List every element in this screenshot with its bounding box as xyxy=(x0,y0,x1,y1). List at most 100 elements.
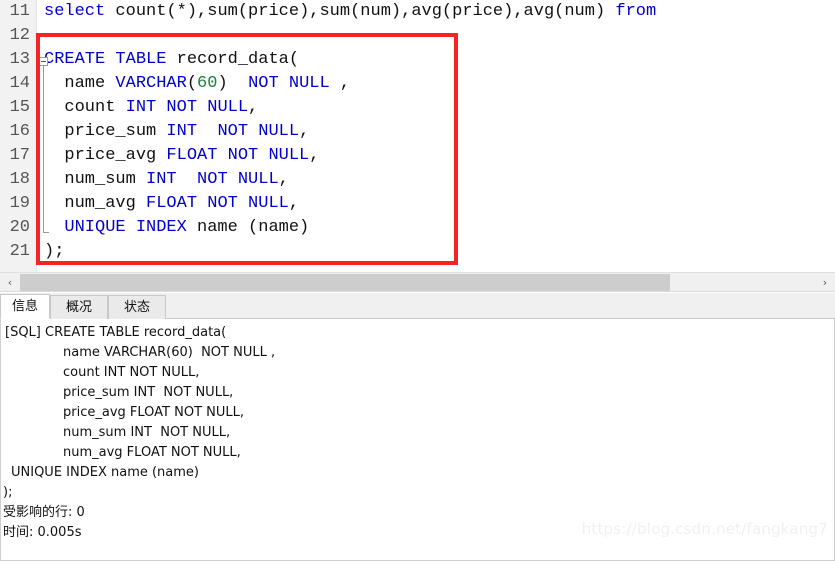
code-line[interactable]: 13 CREATE TABLE record_data( xyxy=(0,48,835,72)
sql-editor-pane[interactable]: 11 select count(*),sum(price),sum(num),av… xyxy=(0,0,835,272)
code-token: , xyxy=(248,98,259,117)
code-token: (name) xyxy=(248,218,310,237)
line-number: 17 xyxy=(9,146,30,165)
scrollbar-thumb[interactable] xyxy=(20,274,670,291)
line-number: 13 xyxy=(9,50,30,69)
code-line[interactable]: 16 price_sum INT NOT NULL, xyxy=(0,120,835,144)
code-token: UNIQUE INDEX xyxy=(64,218,187,237)
code-token: name xyxy=(44,74,116,93)
code-token: avg xyxy=(411,2,442,21)
code-token: (num), xyxy=(350,2,412,21)
line-number: 11 xyxy=(9,2,30,21)
code-token: record_data( xyxy=(176,50,300,69)
line-number: 18 xyxy=(9,170,30,189)
code-token: from xyxy=(615,2,657,21)
code-token: (*), xyxy=(166,2,208,21)
line-number: 19 xyxy=(9,194,30,213)
sql-editor-window: 11 select count(*),sum(price),sum(num),av… xyxy=(0,0,835,561)
code-text: num_sum INT NOT NULL, xyxy=(44,168,289,192)
code-fold-guide-line xyxy=(43,66,44,233)
output-line: 受影响的行: 0 xyxy=(3,505,85,520)
code-fold-guide-foot xyxy=(43,232,49,233)
code-line[interactable]: 15 count INT NOT NULL, xyxy=(0,96,835,120)
line-number: 12 xyxy=(9,26,30,45)
code-token: num_avg xyxy=(44,194,147,213)
output-line: name VARCHAR(60) NOT NULL , xyxy=(63,345,276,360)
output-line: ); xyxy=(3,485,13,500)
code-token: ( xyxy=(186,74,198,93)
code-token: , xyxy=(329,74,351,93)
code-line[interactable]: 11 select count(*),sum(price),sum(num),av… xyxy=(0,0,835,24)
code-token: FLOAT NOT NULL xyxy=(166,146,310,165)
code-token: count xyxy=(44,98,126,117)
output-line: 时间: 0.005s xyxy=(3,525,82,540)
output-line: num_sum INT NOT NULL, xyxy=(63,425,231,440)
output-line: num_avg FLOAT NOT NULL, xyxy=(63,445,241,460)
code-token: (price), xyxy=(441,2,524,21)
code-line[interactable]: 21); xyxy=(0,240,835,264)
code-text: ); xyxy=(44,240,64,264)
editor-horizontal-scrollbar[interactable]: ‹ › xyxy=(0,272,835,292)
code-token: , xyxy=(309,146,320,165)
code-line[interactable]: 18 num_sum INT NOT NULL, xyxy=(0,168,835,192)
line-number: 15 xyxy=(9,98,30,117)
result-tab-2[interactable]: 状态 xyxy=(108,295,166,319)
code-token: sum xyxy=(319,2,351,21)
code-fold-collapse-icon[interactable] xyxy=(39,57,48,66)
code-token: price_avg xyxy=(44,146,167,165)
scroll-left-arrow-icon[interactable]: ‹ xyxy=(0,273,20,292)
code-token: FLOAT NOT NULL xyxy=(146,194,289,213)
code-token: 60 xyxy=(197,74,218,93)
code-token: ); xyxy=(44,242,65,261)
code-token: NOT NULL xyxy=(217,122,300,141)
code-text: num_avg FLOAT NOT NULL, xyxy=(44,192,299,216)
scroll-right-arrow-icon[interactable]: › xyxy=(815,273,835,292)
code-token: INT xyxy=(166,122,198,141)
code-token: INT xyxy=(146,170,177,189)
code-token: INT NOT NULL xyxy=(125,98,249,117)
result-tab-1[interactable]: 概况 xyxy=(50,295,108,319)
code-text: UNIQUE INDEX name (name) xyxy=(44,216,309,240)
code-line[interactable]: 12 xyxy=(0,24,835,48)
code-text: count INT NOT NULL, xyxy=(44,96,258,120)
code-text: price_sum INT NOT NULL, xyxy=(44,120,309,144)
code-token: count xyxy=(105,2,167,21)
code-text: select count(*),sum(price),sum(num),avg(… xyxy=(44,0,656,24)
result-tab-bar[interactable]: 信息 概况 状态 xyxy=(0,293,835,319)
code-token: (num) xyxy=(554,2,616,21)
line-number: 14 xyxy=(9,74,30,93)
code-text: name VARCHAR(60) NOT NULL , xyxy=(44,72,350,96)
code-token: (price), xyxy=(237,2,320,21)
output-line: count INT NOT NULL, xyxy=(63,365,200,380)
code-token: sum xyxy=(207,2,238,21)
code-text: price_avg FLOAT NOT NULL, xyxy=(44,144,319,168)
result-tab-0[interactable]: 信息 xyxy=(0,294,50,319)
code-lines-container[interactable]: 11 select count(*),sum(price),sum(num),av… xyxy=(0,0,835,272)
code-line[interactable]: 19 num_avg FLOAT NOT NULL, xyxy=(0,192,835,216)
message-output-panel[interactable]: https://blog.csdn.net/fangkang7 [SQL] CR… xyxy=(0,319,835,561)
code-token: NOT NULL xyxy=(248,74,330,93)
code-token: VARCHAR xyxy=(115,74,187,93)
code-line[interactable]: 17 price_avg FLOAT NOT NULL, xyxy=(0,144,835,168)
output-line: price_sum INT NOT NULL, xyxy=(63,385,234,400)
code-text: CREATE TABLE record_data( xyxy=(44,48,299,72)
code-token: price_sum xyxy=(44,122,167,141)
code-token: avg xyxy=(523,2,555,21)
line-number: 20 xyxy=(9,218,30,237)
output-line: [SQL] CREATE TABLE record_data( xyxy=(5,325,227,340)
code-token: CREATE TABLE xyxy=(44,50,177,69)
code-token: ) xyxy=(217,74,249,93)
code-token: , xyxy=(299,122,310,141)
code-line[interactable]: 14 name VARCHAR(60) NOT NULL , xyxy=(0,72,835,96)
code-token: , xyxy=(278,170,289,189)
code-token: NOT NULL xyxy=(197,170,279,189)
code-token: num_sum xyxy=(44,170,147,189)
code-token: name xyxy=(186,218,249,237)
output-line: UNIQUE INDEX name (name) xyxy=(11,465,199,480)
code-line[interactable]: 20 UNIQUE INDEX name (name) xyxy=(0,216,835,240)
output-line: price_avg FLOAT NOT NULL, xyxy=(63,405,245,420)
code-token: , xyxy=(288,194,300,213)
